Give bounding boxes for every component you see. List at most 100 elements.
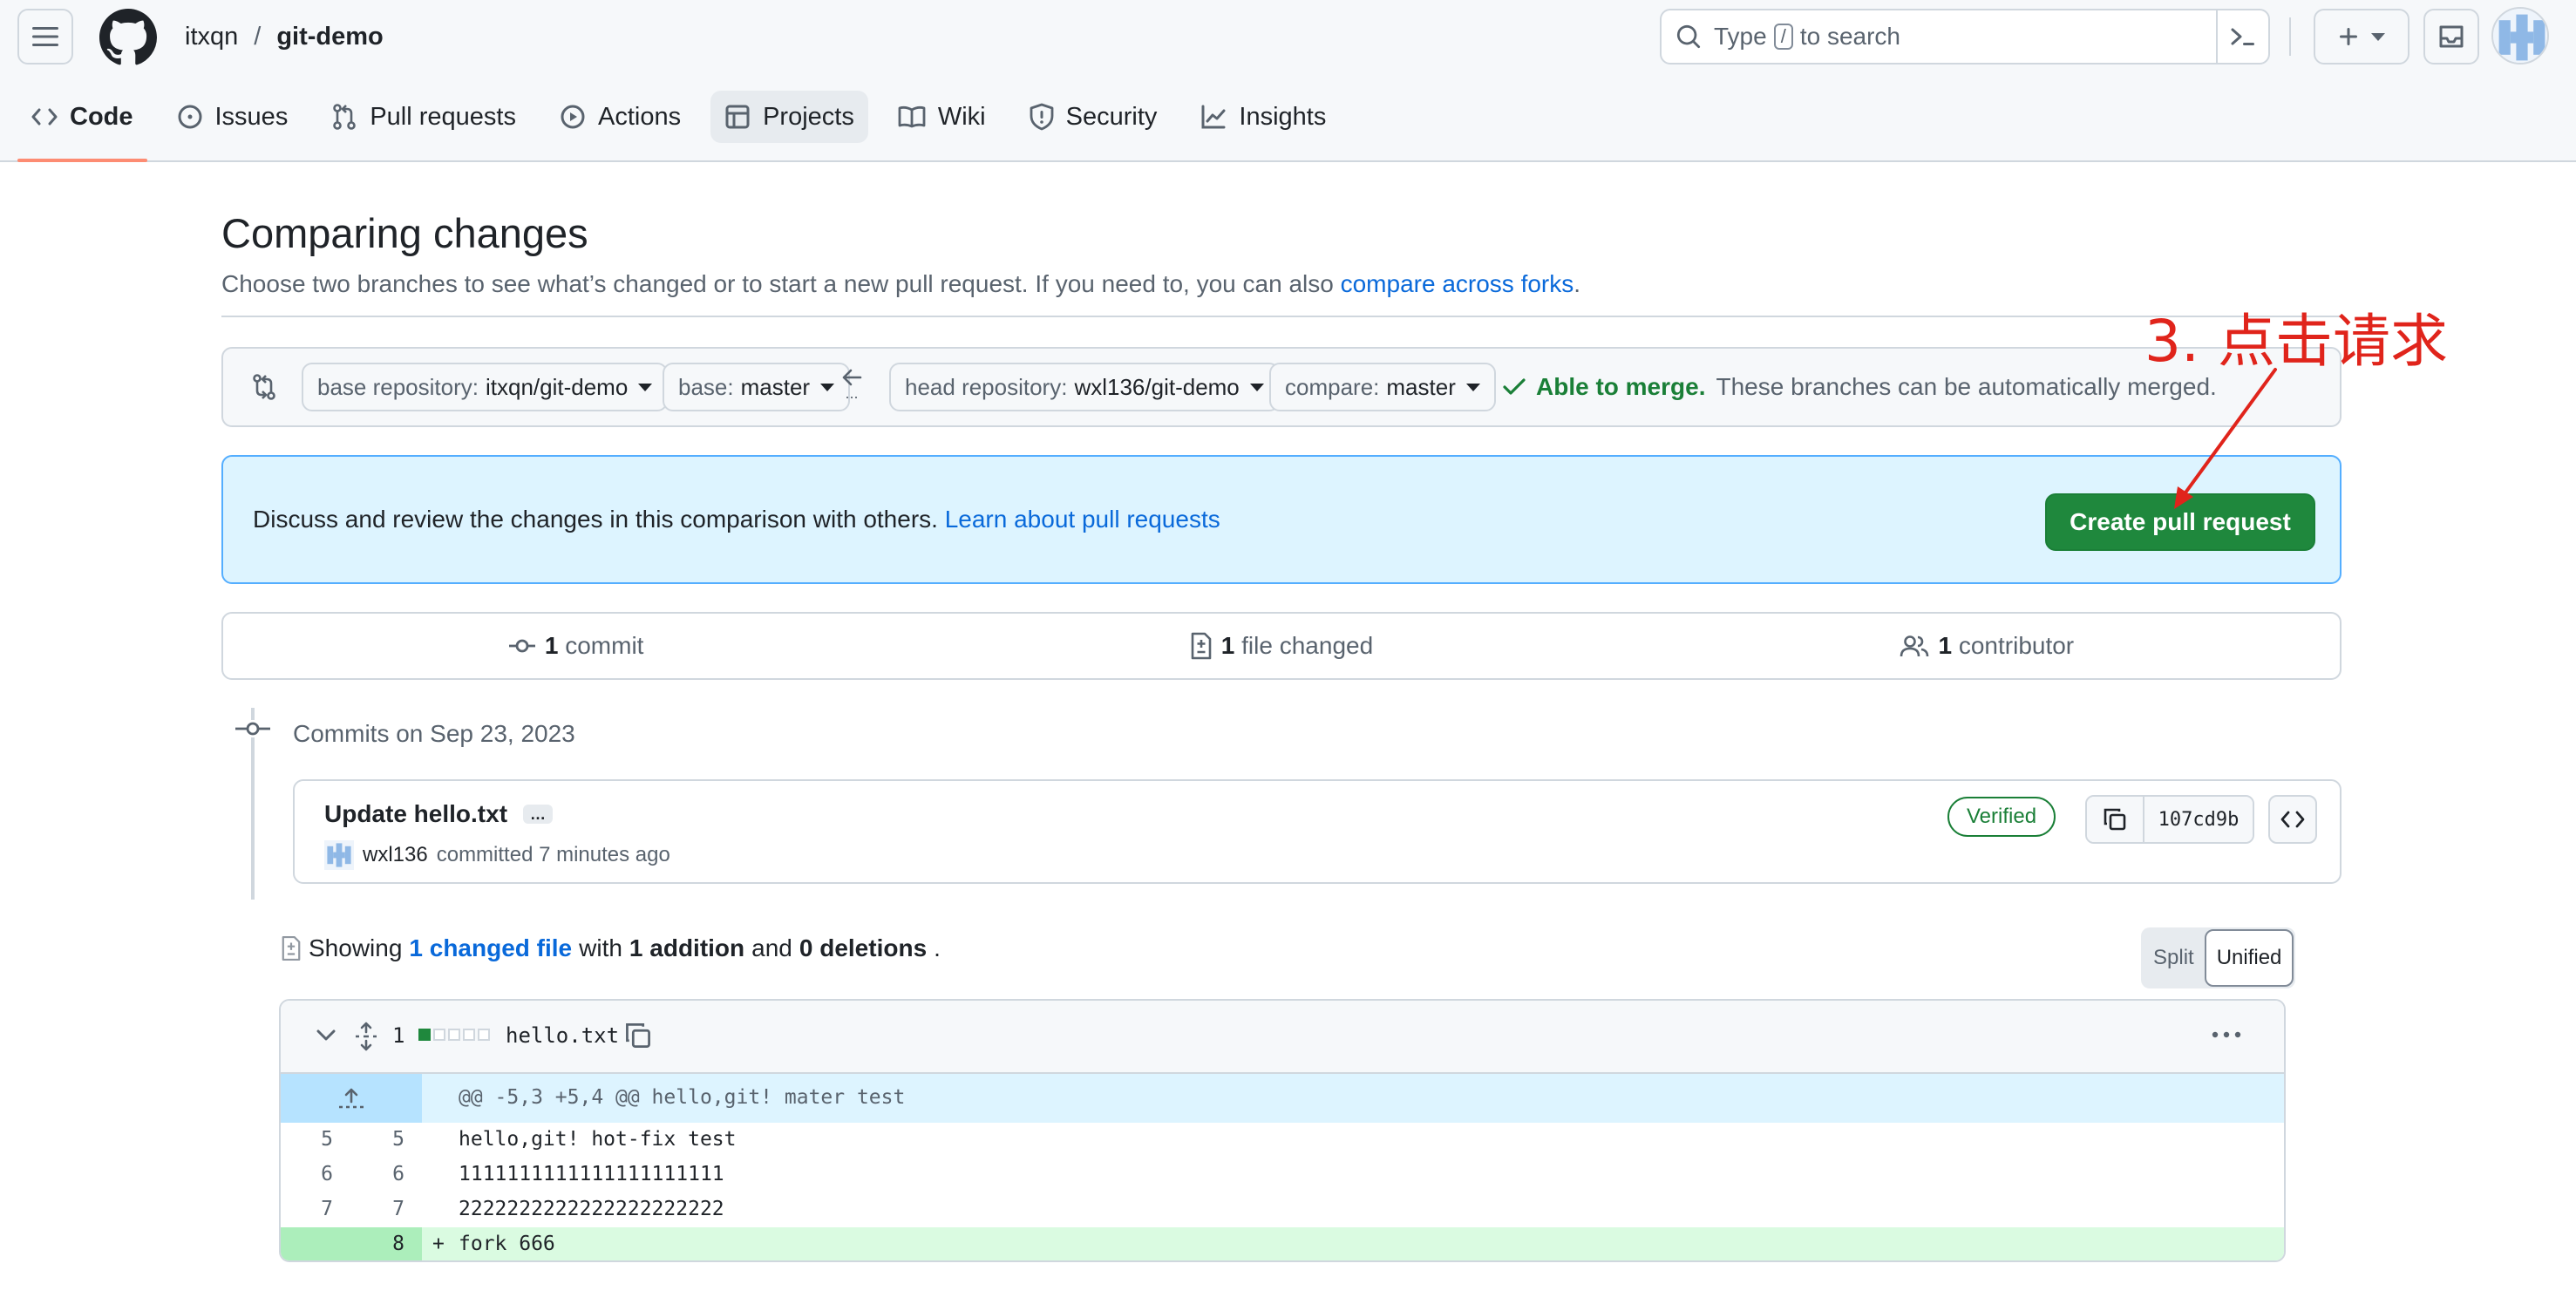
commit-author-link[interactable]: wxl136: [363, 843, 428, 867]
comparison-summary: 1 commit 1 file changed 1 contributor: [221, 612, 2342, 680]
commits-count: 1: [544, 632, 559, 659]
old-line-number[interactable]: 6: [281, 1163, 333, 1185]
commit-meta: wxl136 committed 7 minutes ago: [324, 840, 670, 870]
diffstat-neutral-block: [433, 1029, 445, 1041]
chevron-down-icon: [2371, 32, 2385, 41]
verified-badge[interactable]: Verified: [1947, 797, 2056, 837]
contributors-label: contributor: [1958, 632, 2075, 659]
copy-icon[interactable]: [624, 1022, 652, 1049]
compare-branch-select[interactable]: compare: master: [1269, 363, 1496, 411]
diffstat-neutral-block: [478, 1029, 490, 1041]
copy-sha-button[interactable]: [2087, 797, 2144, 842]
tab-projects[interactable]: Projects: [710, 91, 868, 143]
page-title: Comparing changes: [221, 210, 588, 256]
compare-icon: [253, 374, 275, 400]
avatar[interactable]: [2491, 7, 2549, 65]
caret-down-icon: [1249, 383, 1264, 391]
caret-down-icon: [820, 383, 835, 391]
commits-date-heading: Commits on Sep 23, 2023: [293, 720, 575, 747]
expand-commit-button[interactable]: …: [523, 805, 554, 824]
base-repository-select[interactable]: base repository: itxqn/git-demo: [302, 363, 669, 411]
diff-code: 2222222222222222222222: [459, 1198, 724, 1220]
title-divider: [221, 316, 2342, 317]
tab-wiki[interactable]: Wiki: [884, 91, 1000, 143]
search-shortcut-key: /: [1773, 24, 1793, 50]
expand-up-button[interactable]: [281, 1074, 422, 1123]
diff-line-added: 8 + fork 666: [281, 1227, 2284, 1260]
command-palette-button[interactable]: [2216, 10, 2268, 63]
avatar[interactable]: [324, 840, 354, 870]
search-input[interactable]: Type / to search: [1660, 9, 2270, 65]
tab-code[interactable]: Code: [17, 91, 147, 162]
menu-button[interactable]: [17, 9, 73, 65]
tab-label: Actions: [597, 102, 682, 131]
repo-link[interactable]: git-demo: [276, 23, 383, 51]
owner-link[interactable]: itxqn: [185, 23, 238, 51]
select-value: itxqn/git-demo: [485, 373, 629, 400]
tab-pull-requests[interactable]: Pull requests: [317, 91, 530, 143]
new-line-number[interactable]: 7: [352, 1198, 404, 1220]
unfold-icon[interactable]: [354, 1022, 378, 1051]
create-new-button[interactable]: [2314, 9, 2409, 65]
commit-item: Update hello.txt … wxl136 committed 7 mi…: [293, 779, 2342, 884]
range-dots: ...: [845, 384, 859, 402]
kebab-horizontal-icon[interactable]: [2211, 1030, 2242, 1039]
diff-line: 6 6 1111111111111111111111: [281, 1158, 2284, 1192]
terminal-icon: [2231, 28, 2254, 45]
plus-icon: [2340, 28, 2357, 45]
commit-time: committed 7 minutes ago: [436, 843, 670, 866]
git-commit-icon: [508, 639, 535, 653]
contributors-tab[interactable]: 1 contributor: [1635, 614, 2340, 678]
new-line-number[interactable]: 5: [352, 1128, 404, 1151]
files-count: 1: [1220, 632, 1235, 659]
shield-icon: [1030, 103, 1054, 131]
unified-view-button[interactable]: Unified: [2204, 929, 2294, 987]
showing-label: Showing: [309, 934, 403, 961]
learn-pull-requests-link[interactable]: Learn about pull requests: [945, 506, 1220, 533]
contributors-count: 1: [1938, 632, 1953, 659]
file-name-link[interactable]: hello.txt: [506, 1023, 619, 1048]
github-logo[interactable]: [99, 9, 157, 66]
header-divider: [2289, 17, 2291, 56]
tab-label: Security: [1065, 102, 1158, 131]
split-view-button[interactable]: Split: [2143, 929, 2205, 987]
old-line-number[interactable]: 7: [281, 1198, 333, 1220]
pull-request-icon: [333, 104, 357, 130]
diff-line: 5 5 hello,git! hot-fix test: [281, 1123, 2284, 1158]
select-value: master: [740, 373, 811, 400]
and-label: and: [751, 934, 792, 961]
range-editor: base repository: itxqn/git-demo base: mast…: [221, 347, 2342, 427]
tab-actions[interactable]: Actions: [546, 91, 695, 143]
summary-period: .: [934, 934, 941, 961]
tab-security[interactable]: Security: [1016, 91, 1172, 143]
git-commit-icon: [234, 720, 272, 737]
old-line-number[interactable]: 5: [281, 1128, 333, 1151]
tab-label: Code: [70, 102, 133, 131]
tab-insights[interactable]: Insights: [1186, 91, 1340, 143]
changed-files-link[interactable]: 1 changed file: [409, 934, 572, 962]
head-repository-select[interactable]: head repository: wxl136/git-demo: [889, 363, 1280, 411]
compare-forks-link[interactable]: compare across forks: [1341, 270, 1574, 297]
browse-repo-button[interactable]: [2268, 795, 2317, 844]
commit-message-link[interactable]: Update hello.txt: [324, 800, 507, 828]
breadcrumb: itxqn / git-demo: [185, 19, 384, 54]
repo-nav: Code Issues Pull requests Actions Projec…: [17, 91, 1356, 162]
tab-issues[interactable]: Issues: [163, 91, 302, 143]
book-icon: [898, 105, 926, 128]
new-line-number[interactable]: 6: [352, 1163, 404, 1185]
banner-message: Discuss and review the changes in this c…: [253, 506, 938, 533]
diff-code: 1111111111111111111111: [459, 1163, 724, 1185]
merge-status-label: Able to merge.: [1536, 373, 1706, 400]
base-branch-select[interactable]: base: master: [663, 363, 851, 411]
search-placeholder-end: to search: [1799, 23, 1900, 50]
files-changed-tab[interactable]: 1 file changed: [928, 614, 1634, 678]
commits-count-tab[interactable]: 1 commit: [223, 614, 928, 678]
inbox-button[interactable]: [2423, 9, 2479, 65]
commit-title: Update hello.txt …: [324, 800, 554, 828]
chevron-down-icon[interactable]: [316, 1029, 336, 1043]
people-icon: [1900, 635, 1929, 657]
commit-sha-link[interactable]: 107cd9b: [2144, 797, 2253, 842]
issue-icon: [178, 105, 201, 129]
annotation-arrow: [2174, 368, 2277, 509]
new-line-number[interactable]: 8: [352, 1233, 404, 1255]
